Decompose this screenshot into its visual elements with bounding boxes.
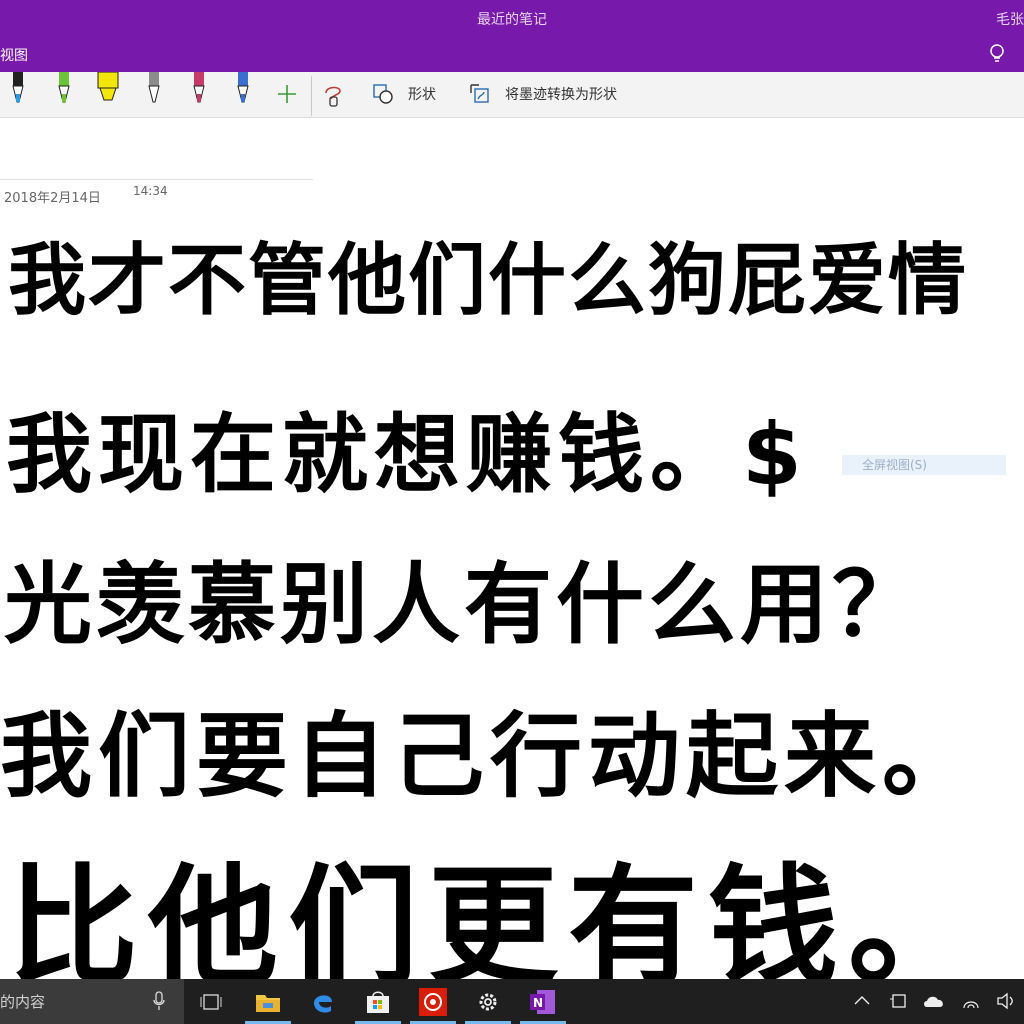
- task-view-icon[interactable]: [188, 979, 234, 1024]
- tablet-icon[interactable]: [889, 993, 907, 1009]
- edge-icon[interactable]: [300, 979, 346, 1024]
- handwriting-line-4[interactable]: 我们要自己行动起来。: [0, 682, 980, 815]
- draw-toolbar: 形状 将墨迹转换为形状: [0, 72, 1024, 118]
- onenote-icon[interactable]: N: [520, 979, 566, 1024]
- shapes-label: 形状: [408, 87, 436, 103]
- svg-text:N: N: [533, 996, 543, 1010]
- search-input[interactable]: 的内容: [0, 979, 184, 1024]
- user-name[interactable]: 毛张: [996, 9, 1024, 29]
- plus-icon[interactable]: [277, 84, 297, 104]
- pen-blue-icon[interactable]: [4, 72, 32, 108]
- pen-galaxy-icon[interactable]: [185, 72, 213, 108]
- pen-green-icon[interactable]: [50, 72, 78, 108]
- wifi-icon[interactable]: [962, 993, 980, 1009]
- ink-to-shape-icon: [470, 84, 489, 103]
- netease-music-icon[interactable]: [410, 979, 456, 1024]
- shapes-button[interactable]: 形状: [372, 80, 436, 108]
- ink-to-shape-label: 将墨迹转换为形状: [505, 87, 617, 103]
- ribbon-tabs: 视图: [0, 36, 1024, 72]
- shapes-icon: [373, 84, 393, 104]
- taskbar: 的内容 N: [0, 979, 1024, 1024]
- page-time: 14:34: [133, 184, 168, 198]
- title-bar: 最近的笔记 毛张: [0, 0, 1024, 36]
- settings-icon[interactable]: [465, 979, 511, 1024]
- page-date: 2018年2月14日: [4, 191, 101, 206]
- pencil-gray-icon[interactable]: [140, 72, 168, 108]
- onedrive-icon[interactable]: [922, 993, 946, 1009]
- store-icon[interactable]: [355, 979, 401, 1024]
- chevron-up-icon[interactable]: [854, 995, 870, 1005]
- microphone-icon[interactable]: [152, 991, 166, 1011]
- volume-icon[interactable]: [996, 992, 1016, 1010]
- lightbulb-icon[interactable]: [988, 43, 1006, 65]
- handwriting-line-1[interactable]: 我才不管他们什么狗屁爱情: [8, 218, 968, 330]
- handwriting-line-2[interactable]: 我现在就想赚钱。$: [6, 384, 808, 509]
- faded-tooltip: 全屏视图(S): [842, 455, 1006, 475]
- ink-to-shape-button[interactable]: 将墨迹转换为形状: [469, 80, 617, 108]
- tab-view[interactable]: 视图: [0, 45, 28, 65]
- file-explorer-icon[interactable]: [245, 979, 291, 1024]
- search-placeholder: 的内容: [0, 993, 46, 1011]
- toolbar-divider: [311, 76, 312, 116]
- lasso-select-icon[interactable]: [322, 83, 346, 107]
- pen-ocean-icon[interactable]: [229, 72, 257, 108]
- highlighter-yellow-icon[interactable]: [94, 72, 122, 108]
- handwriting-line-3[interactable]: 光羡慕别人有什么用？: [4, 534, 924, 661]
- window-title: 最近的笔记: [477, 12, 547, 28]
- title-underline: [0, 179, 313, 180]
